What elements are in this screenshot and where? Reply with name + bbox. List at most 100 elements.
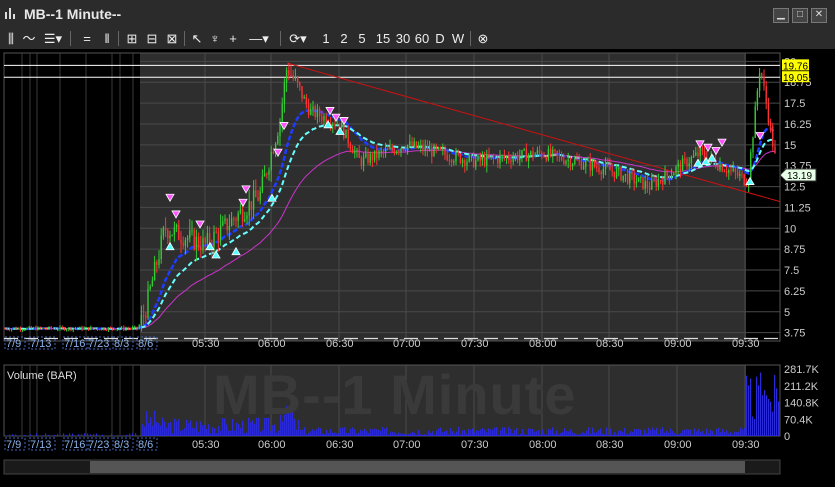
cancel-circle-icon[interactable]: ⊗ — [476, 30, 490, 47]
candle-body — [576, 159, 577, 160]
zoom-fit-icon[interactable]: ⊟ — [144, 30, 160, 47]
candle-body — [658, 180, 659, 187]
candle-body — [642, 177, 643, 189]
pointer-icon[interactable]: ↖ — [190, 30, 204, 47]
interval-2[interactable]: 2 — [338, 30, 350, 47]
volume-bar — [176, 421, 177, 436]
candle-body — [488, 154, 489, 157]
candle-body — [719, 165, 720, 170]
refresh-dropdown-icon[interactable]: ⟳▾ — [288, 30, 308, 47]
scrollbar-thumb[interactable] — [90, 461, 745, 473]
candle-body — [392, 147, 393, 150]
volume-bar — [744, 428, 745, 436]
candle-body — [530, 151, 531, 155]
candle-body — [341, 123, 342, 128]
time-tick-label: 09:30 — [732, 338, 760, 350]
volume-tick-label: 70.4K — [784, 414, 813, 426]
studies-dropdown-icon[interactable]: ☰▾ — [42, 30, 64, 47]
volume-bar — [394, 432, 395, 436]
price-tick-label: 10 — [784, 223, 796, 235]
candle-body — [759, 73, 760, 91]
candle-body — [207, 233, 208, 243]
line-tool-dropdown-icon[interactable]: —▾ — [248, 30, 270, 47]
zoom-in-icon[interactable]: ⊞ — [124, 30, 140, 47]
candle-body — [365, 153, 366, 156]
interval-5[interactable]: 5 — [356, 30, 368, 47]
candle-body — [669, 176, 670, 179]
candle-body — [75, 329, 76, 330]
candle-body — [101, 328, 102, 330]
candle-body — [62, 327, 63, 328]
volume-bar — [69, 433, 70, 436]
candle-body — [763, 77, 764, 87]
volume-bar — [262, 430, 263, 436]
bars-icon[interactable]: ⫼ — [4, 30, 18, 47]
volume-bar — [774, 375, 775, 436]
volume-bar — [588, 427, 589, 436]
candle-body — [172, 235, 173, 236]
candle-body — [301, 86, 302, 98]
crosshair-icon[interactable]: + — [226, 30, 240, 47]
volume-bar — [90, 434, 91, 436]
candle-body — [733, 169, 734, 171]
interval-weekly[interactable]: W — [451, 30, 465, 47]
candle-body — [246, 215, 247, 219]
volume-bar — [590, 434, 591, 436]
volume-bar — [476, 430, 477, 436]
volume-bar — [538, 430, 539, 436]
volume-bar — [48, 435, 49, 436]
volume-bar — [296, 430, 297, 436]
candle-body — [92, 327, 93, 328]
volume-bar — [600, 428, 601, 436]
volume-bar — [596, 432, 597, 436]
volume-bar — [366, 431, 367, 436]
minimize-button[interactable]: ▁ — [773, 8, 789, 23]
interval-15[interactable]: 15 — [374, 30, 392, 47]
candle-body — [20, 328, 21, 330]
volume-bar — [336, 434, 337, 436]
volume-bar — [150, 417, 151, 436]
pause-icon[interactable]: ‖ — [100, 30, 114, 47]
candle-body — [614, 172, 615, 178]
candle-body — [447, 155, 448, 160]
candle-body — [497, 158, 498, 163]
candle-body — [117, 329, 118, 330]
interval-1[interactable]: 1 — [320, 30, 332, 47]
volume-bar — [696, 431, 697, 436]
volume-bar — [656, 428, 657, 436]
volume-bar — [614, 432, 615, 436]
volume-bar — [30, 434, 31, 436]
date-tick-label: 7/16 — [64, 338, 85, 350]
volume-bar — [78, 434, 79, 436]
candle-body — [557, 151, 558, 155]
candle-body — [64, 328, 65, 331]
close-button[interactable]: ✕ — [811, 8, 827, 23]
candle-body — [609, 166, 610, 171]
trade-icon[interactable]: ♆ — [208, 30, 222, 47]
candle-body — [167, 230, 168, 238]
volume-bar — [322, 434, 323, 436]
candle-body — [735, 169, 736, 173]
volume-bar — [454, 434, 455, 436]
line-chart-icon[interactable]: 〜 — [22, 30, 36, 47]
interval-60[interactable]: 60 — [413, 30, 431, 47]
candle-body — [697, 152, 698, 156]
volume-bar — [640, 430, 641, 436]
zoom-out-icon[interactable]: ⊠ — [164, 30, 180, 47]
price-tick-label: 3.75 — [784, 328, 805, 340]
volume-bar — [468, 429, 469, 436]
price-tick-label: 16.25 — [784, 119, 812, 131]
candle-body — [70, 328, 71, 331]
volume-bar — [396, 434, 397, 436]
horizontal-lines-icon[interactable]: = — [80, 30, 94, 47]
interval-30[interactable]: 30 — [394, 30, 412, 47]
interval-daily[interactable]: D — [434, 30, 446, 47]
volume-bar — [690, 430, 691, 436]
candle-body — [121, 327, 122, 329]
candle-body — [730, 170, 731, 171]
candle-body — [598, 168, 599, 172]
restore-button[interactable]: □ — [792, 8, 808, 23]
candle-body — [570, 160, 571, 167]
volume-bar — [758, 385, 759, 436]
volume-bar — [404, 434, 405, 436]
